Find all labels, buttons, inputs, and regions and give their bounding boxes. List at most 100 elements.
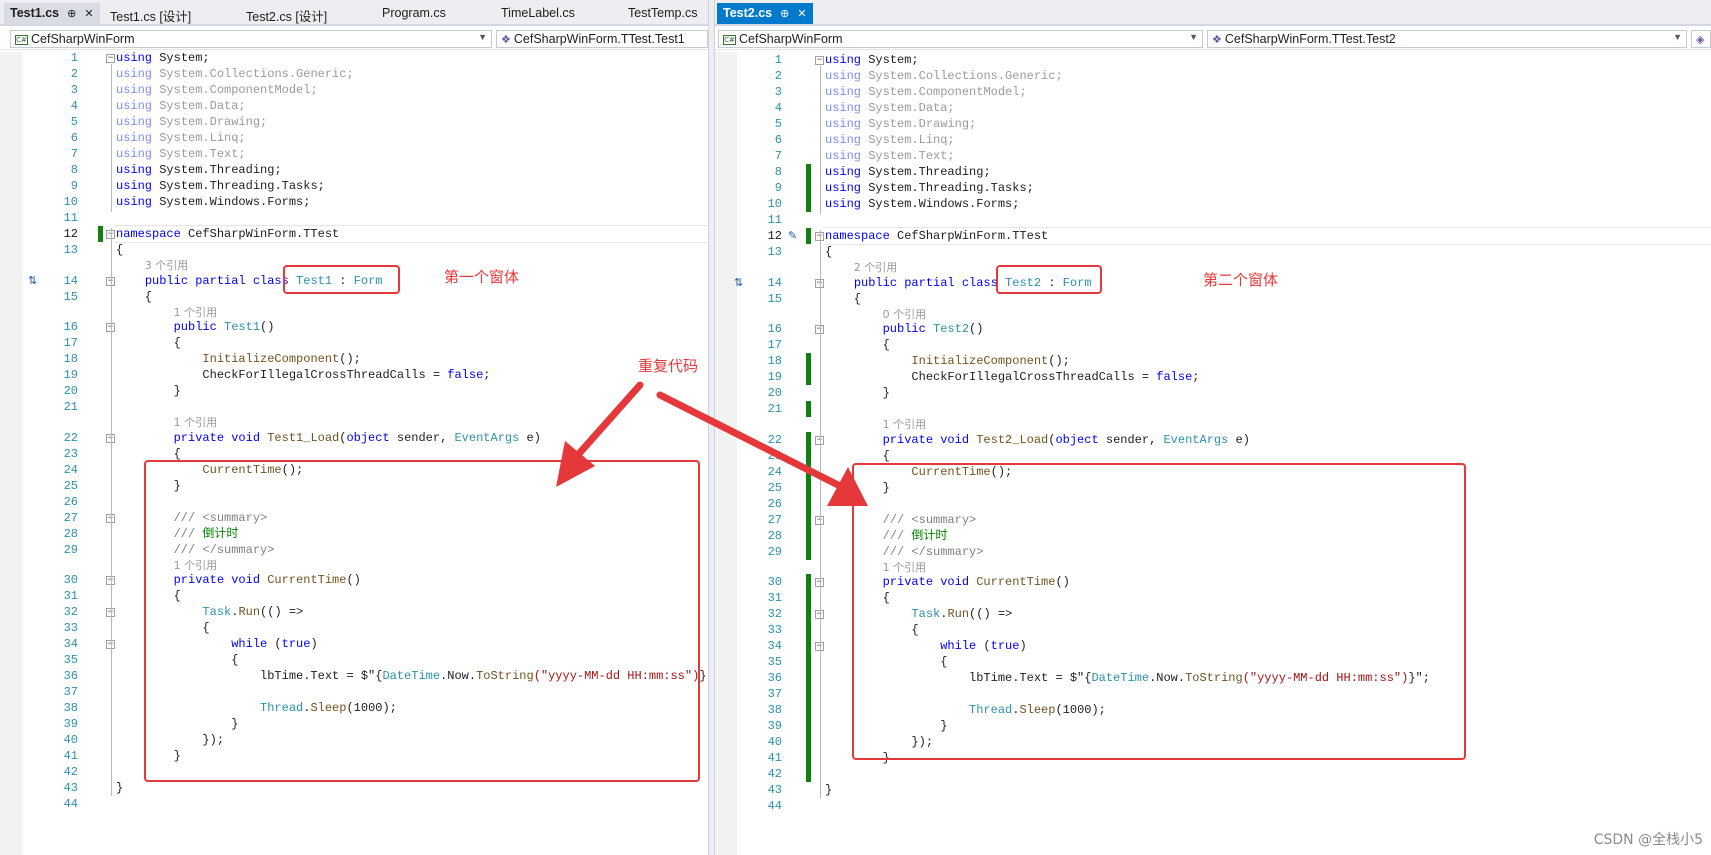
code-text: using System.Data; <box>825 101 955 115</box>
tab-test1-cs[interactable]: Test1.cs ⊕ ✕ <box>4 3 100 24</box>
code-line: 7 using System.Text; <box>715 148 1711 164</box>
pin-icon[interactable]: ⊕ <box>67 8 76 20</box>
modified-line-marker <box>806 495 811 512</box>
code-text: } <box>825 783 833 797</box>
modified-line-marker <box>806 164 811 180</box>
modified-line-marker <box>806 606 811 622</box>
code-line: 21 <box>715 401 1711 417</box>
project-dropdown[interactable]: C# CefSharpWinForm ▼ <box>718 30 1203 48</box>
line-number: 11 <box>767 213 782 227</box>
extra-dropdown[interactable]: ◈ <box>1691 30 1711 48</box>
code-line: 15 { <box>715 291 1711 307</box>
line-number: 32 <box>767 607 782 621</box>
code-text: InitializeComponent(); <box>202 352 361 366</box>
class-highlight-box <box>283 265 400 294</box>
code-text: namespace CefSharpWinForm.TTest <box>825 229 1049 243</box>
duplicate-code-box-left <box>144 460 700 782</box>
fold-region-line <box>820 66 821 214</box>
line-number: 34 <box>767 639 782 653</box>
code-line: 11 <box>0 210 708 226</box>
code-line: 2 using System.Collections.Generic; <box>715 68 1711 84</box>
member-dropdown[interactable]: ❖ CefSharpWinForm.TTest.Test1 <box>496 30 708 48</box>
csharp-project-icon: C# <box>15 35 28 45</box>
close-icon[interactable]: ✕ <box>84 8 93 20</box>
code-text: private void Test2_Load(object sender, E… <box>882 432 1250 447</box>
modified-line-marker <box>806 353 811 369</box>
editor-splitter[interactable] <box>708 0 715 855</box>
code-line: 23 { <box>715 447 1711 464</box>
line-number: 23 <box>63 446 78 461</box>
line-number: 16 <box>767 322 782 336</box>
line-number: 5 <box>774 117 782 131</box>
line-number: 32 <box>63 605 78 619</box>
code-line: 8 using System.Threading; <box>0 162 708 178</box>
code-line: 4 using System.Data; <box>0 98 708 114</box>
code-line: 5 using System.Drawing; <box>715 116 1711 132</box>
code-line: 2 using System.Collections.Generic; <box>0 66 708 82</box>
code-line: 20 } <box>0 383 708 399</box>
modified-line-marker <box>806 463 811 480</box>
line-number: 40 <box>767 735 782 749</box>
code-line: 7 using System.Text; <box>0 146 708 162</box>
chevron-down-icon: ▼ <box>1673 32 1682 42</box>
tab-test1-designer[interactable]: Test1.cs [设计] <box>104 3 197 24</box>
quick-action-icon[interactable]: ✎ <box>788 228 797 244</box>
class-highlight-box <box>996 265 1102 294</box>
class-icon: ❖ <box>501 33 511 46</box>
line-number: 3 <box>774 85 782 99</box>
line-number: 22 <box>63 430 78 445</box>
code-line: 6 using System.Linq; <box>715 132 1711 148</box>
code-line: 20 } <box>715 385 1711 401</box>
line-number: 22 <box>767 432 782 447</box>
line-number: 2 <box>774 69 782 83</box>
right-navigation-bar: C# CefSharpWinForm ▼ ❖ CefSharpWinForm.TTes… <box>715 28 1711 50</box>
modified-line-marker <box>806 401 811 417</box>
tab-timelabel-cs[interactable]: TimeLabel.cs <box>495 3 581 24</box>
fold-region-line <box>111 228 112 796</box>
left-navigation-bar: C# CefSharpWinForm ▼ ❖ CefSharpWinForm.TTes… <box>0 28 708 50</box>
cube-icon: ◈ <box>1696 33 1705 46</box>
code-text: using System.Text; <box>825 149 955 163</box>
tab-testtemp-cs[interactable]: TestTemp.cs <box>622 3 703 24</box>
modified-line-marker <box>806 718 811 734</box>
code-text: using System; <box>116 51 210 65</box>
line-number: 26 <box>63 494 78 509</box>
code-line: 17 { <box>715 337 1711 353</box>
class-icon: ❖ <box>1212 33 1222 46</box>
code-text: using System.Data; <box>116 99 246 113</box>
collapse-toggle-icon[interactable]: − <box>106 54 115 63</box>
code-line: 44 <box>0 796 708 812</box>
member-dropdown[interactable]: ❖ CefSharpWinForm.TTest.Test2 ▼ <box>1207 30 1687 48</box>
project-dropdown[interactable]: C# CefSharpWinForm ▼ <box>10 30 492 48</box>
tab-test2-cs[interactable]: Test2.cs ⊕ ✕ <box>717 3 813 24</box>
watermark: CSDN @全栈小5 <box>1593 832 1703 848</box>
code-line: 9 using System.Threading.Tasks; <box>0 178 708 194</box>
line-number: 29 <box>63 542 78 557</box>
line-number: 38 <box>767 703 782 717</box>
code-text: using System.Linq; <box>116 131 246 145</box>
code-text: public Test1() <box>173 320 275 334</box>
tab-program-cs[interactable]: Program.cs <box>376 3 452 24</box>
line-number: 13 <box>767 245 782 259</box>
code-line: 12−namespace CefSharpWinForm.TTest <box>0 225 708 243</box>
code-text: using System.Threading; <box>825 165 991 179</box>
line-number: 9 <box>774 181 782 195</box>
modified-line-marker <box>806 431 811 448</box>
code-line: 8 using System.Threading; <box>715 164 1711 180</box>
line-number: 14 <box>63 273 78 288</box>
collapse-toggle-icon[interactable]: − <box>815 56 824 65</box>
code-line: 1 − using System; <box>715 52 1711 68</box>
pin-icon[interactable]: ⊕ <box>780 8 789 20</box>
tab-label: Test1.cs <box>10 6 60 20</box>
close-icon[interactable]: ✕ <box>797 8 806 20</box>
fold-region-line <box>820 230 821 798</box>
line-number: 15 <box>767 291 782 306</box>
code-text: } <box>116 781 124 795</box>
inheritance-glyph-icon[interactable]: ⇅ <box>734 275 743 291</box>
tab-test2-designer[interactable]: Test2.cs [设计] <box>240 3 333 24</box>
code-line: 44 <box>715 798 1711 814</box>
inheritance-glyph-icon[interactable]: ⇅ <box>28 273 37 289</box>
code-line: 13 { <box>715 244 1711 260</box>
line-number: 42 <box>63 765 78 779</box>
line-number: 44 <box>767 799 782 813</box>
